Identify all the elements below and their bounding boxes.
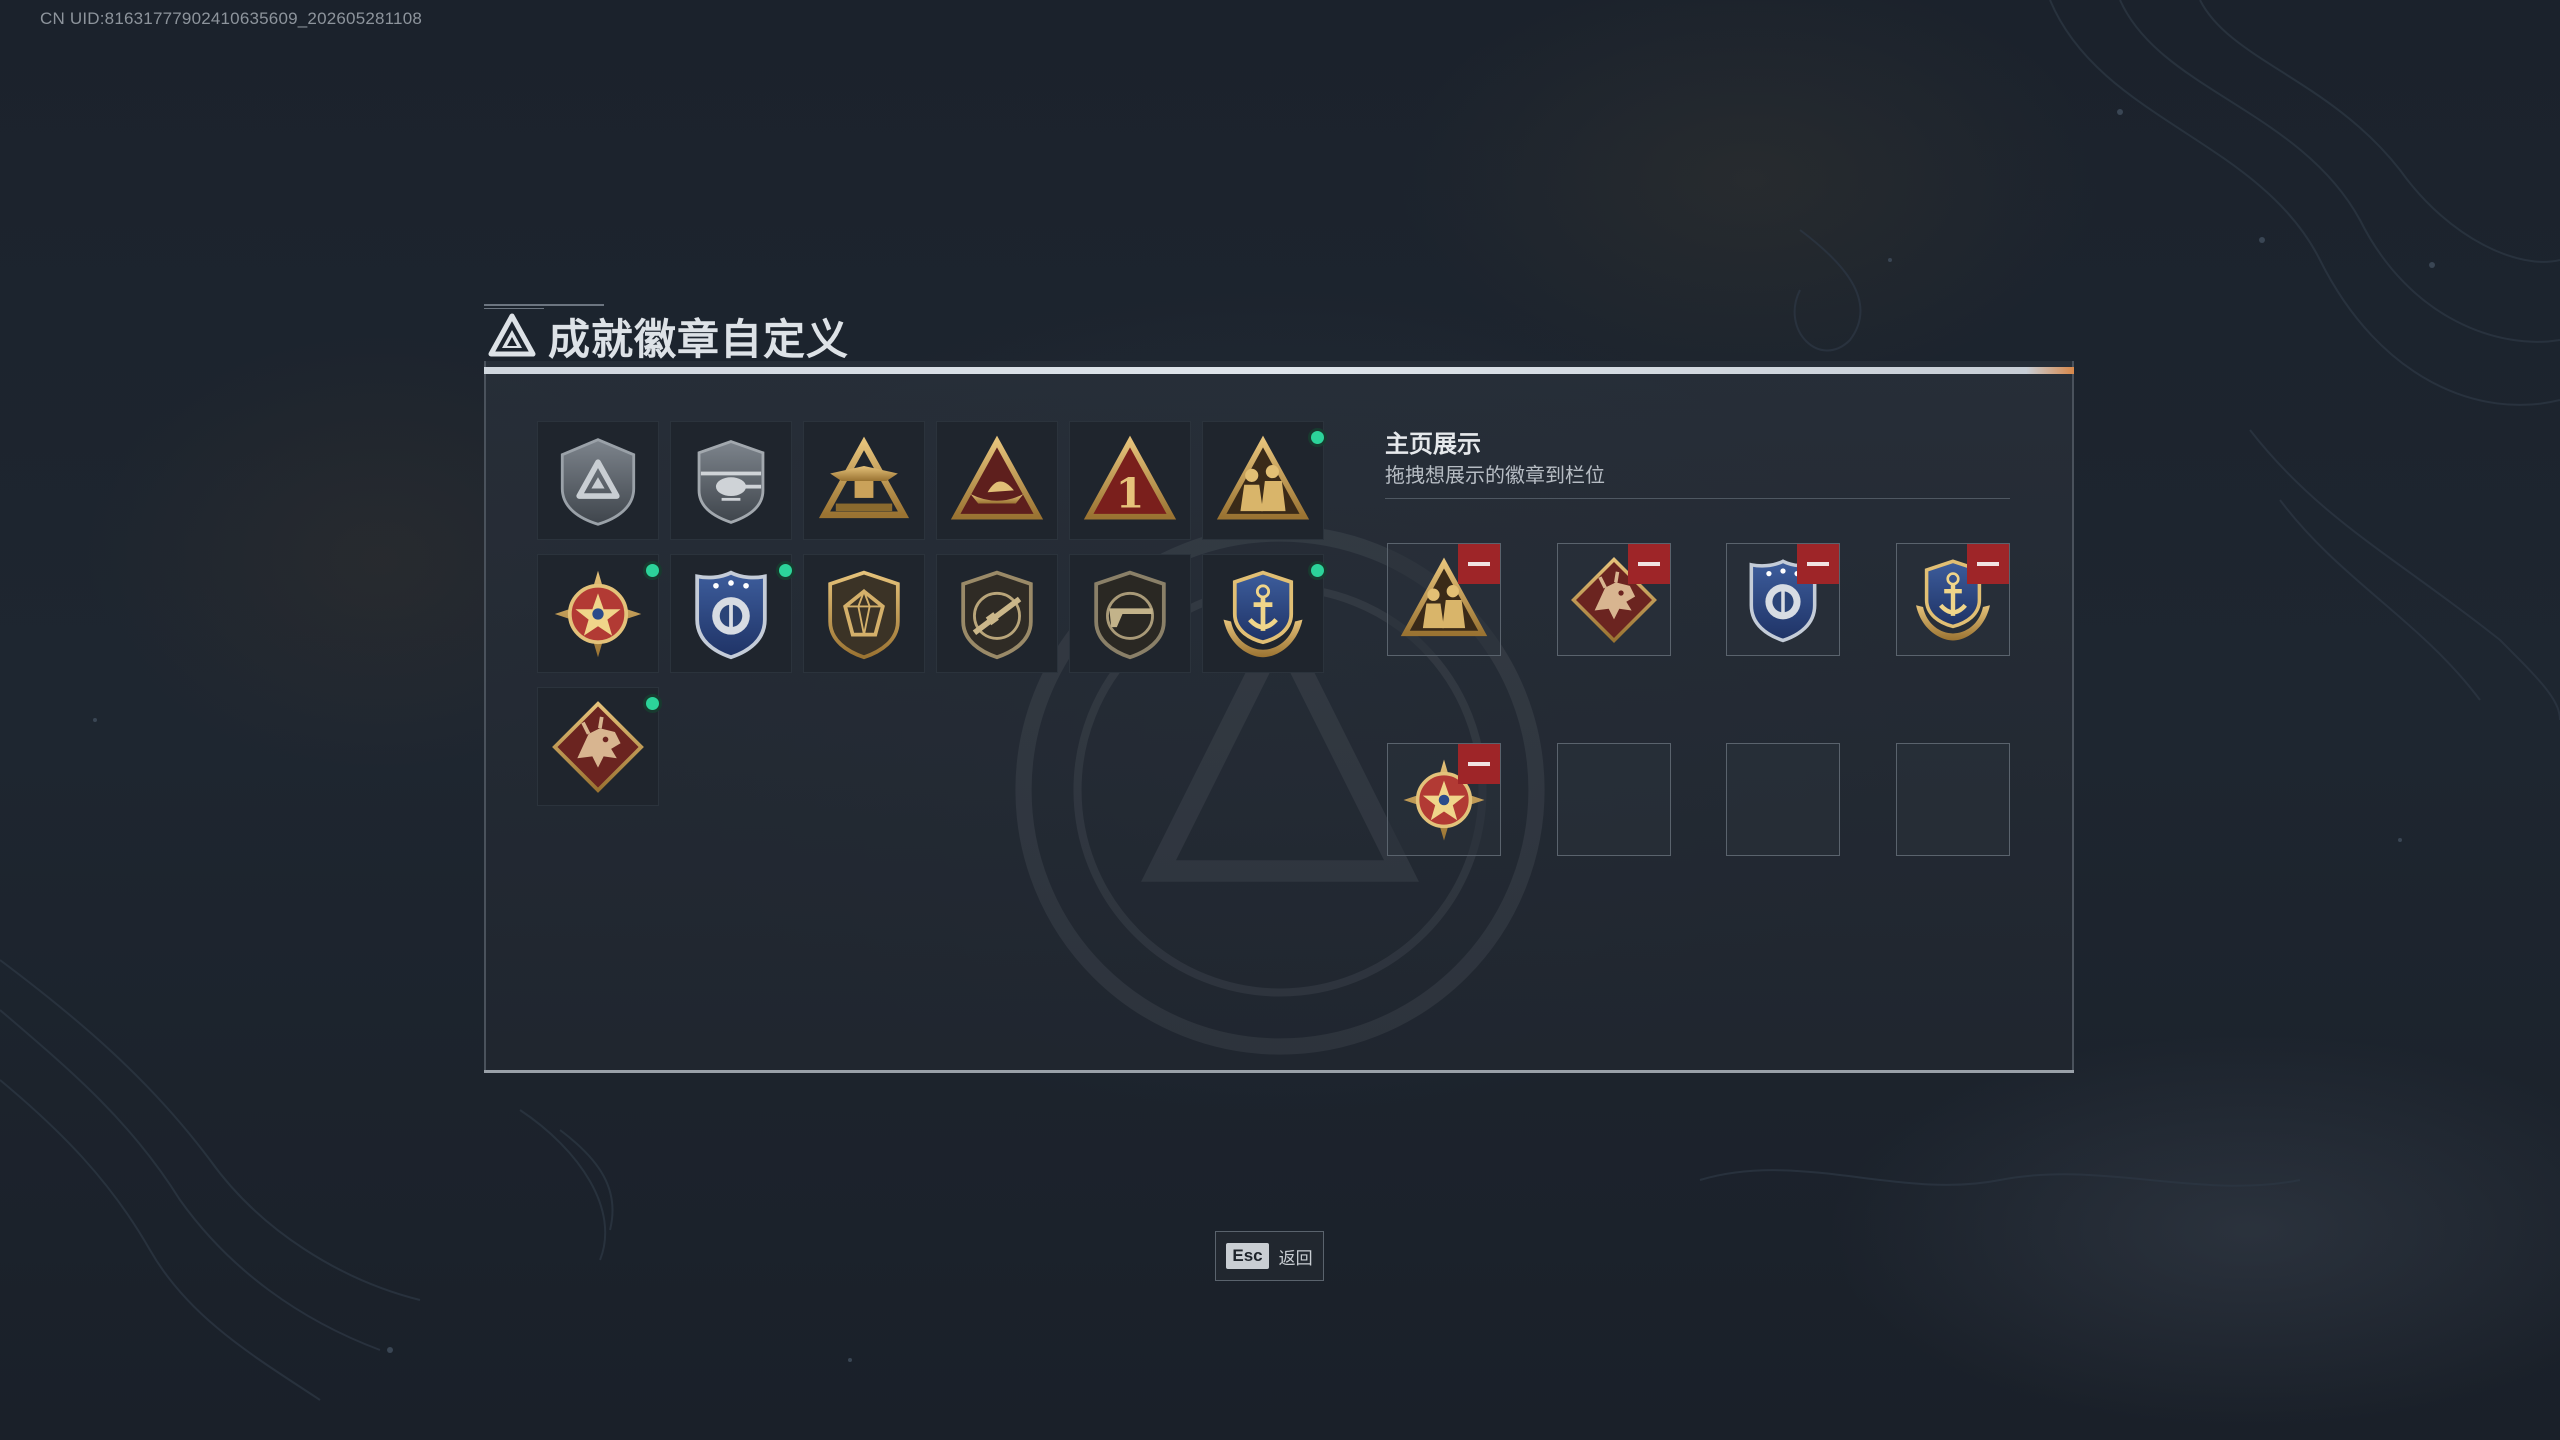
badge-cell[interactable] [537, 421, 659, 540]
rifle-shield-icon [950, 567, 1044, 661]
page-title: 成就徽章自定义 [488, 306, 849, 366]
badge-cell[interactable] [1202, 554, 1327, 673]
dragon-diamond-icon [551, 700, 645, 794]
badge-cell[interactable] [803, 421, 925, 540]
remove-badge-button[interactable] [1458, 744, 1500, 784]
badge-cell[interactable] [670, 421, 792, 540]
new-indicator-dot [643, 561, 662, 580]
showcase-slot-filled[interactable] [1387, 743, 1501, 856]
page-title-text: 成就徽章自定义 [548, 315, 850, 363]
remove-badge-button[interactable] [1628, 544, 1670, 584]
shield-delta-icon [551, 434, 645, 528]
showcase-divider [1385, 498, 2010, 499]
esc-key-hint: Esc [1226, 1243, 1269, 1269]
number-one-triangle-icon [1083, 434, 1177, 528]
showcase-slot-filled[interactable] [1387, 543, 1501, 656]
badge-cell[interactable] [537, 687, 662, 806]
badge-cell[interactable] [1069, 554, 1191, 673]
rifle-shield-dark-icon [1083, 567, 1177, 661]
remove-badge-button[interactable] [1967, 544, 2009, 584]
delta-logo-icon [488, 313, 536, 357]
remove-badge-button[interactable] [1458, 544, 1500, 584]
new-indicator-dot [1308, 428, 1327, 447]
badge-cell[interactable] [670, 554, 795, 673]
badge-cell[interactable] [1202, 421, 1327, 540]
panel-top-divider [484, 367, 2074, 374]
new-indicator-dot [1308, 561, 1327, 580]
showcase-slot-empty[interactable] [1896, 743, 2010, 856]
showcase-slot-filled[interactable] [1726, 543, 1840, 656]
showcase-slot-filled[interactable] [1557, 543, 1671, 656]
blue-police-shield-icon [684, 567, 778, 661]
badge-cell[interactable] [936, 554, 1058, 673]
remove-badge-button[interactable] [1797, 544, 1839, 584]
back-label: 返回 [1278, 1248, 1313, 1268]
anchor-crest-icon [1216, 567, 1310, 661]
ship-triangle-icon [950, 434, 1044, 528]
soldiers-triangle-icon [1216, 434, 1310, 528]
panel-bottom-divider [484, 1070, 2074, 1073]
badge-cell[interactable] [1069, 421, 1191, 540]
showcase-slot-empty[interactable] [1726, 743, 1840, 856]
new-indicator-dot [643, 694, 662, 713]
badge-cell[interactable] [803, 554, 925, 673]
new-indicator-dot [776, 561, 795, 580]
back-button[interactable]: Esc 返回 [1215, 1231, 1324, 1281]
showcase-title: 主页展示 [1385, 431, 1481, 458]
showcase-slot-filled[interactable] [1896, 543, 2010, 656]
showcase-slot-empty[interactable] [1557, 743, 1671, 856]
badge-cell[interactable] [936, 421, 1058, 540]
gem-shield-icon [817, 567, 911, 661]
uid-label: CN UID:8163177790241063​5609_20260528110… [40, 9, 423, 28]
badge-cell[interactable] [537, 554, 662, 673]
star-compass-icon [551, 567, 645, 661]
winged-triangle-icon [817, 434, 911, 528]
helicopter-shield-icon [684, 434, 778, 528]
showcase-subtitle: 拖拽想展示的徽章到栏位 [1385, 465, 1605, 487]
